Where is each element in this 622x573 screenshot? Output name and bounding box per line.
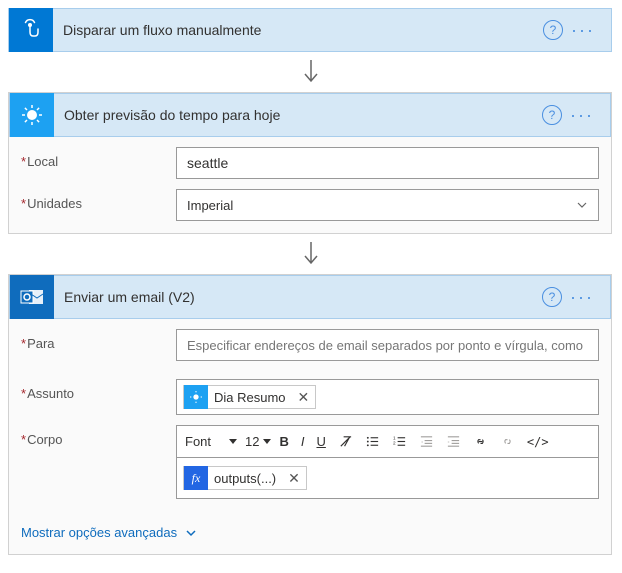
para-input[interactable] xyxy=(176,329,599,361)
unidades-value: Imperial xyxy=(187,198,233,213)
fx-label: outputs(...) xyxy=(208,471,282,486)
trigger-card: Disparar um fluxo manualmente ? ··· xyxy=(8,8,612,52)
rte-toolbar: Font 12 B I U 12 </> xyxy=(177,426,598,458)
unidades-select[interactable]: Imperial xyxy=(176,189,599,221)
unlink-button[interactable] xyxy=(494,426,521,458)
italic-button[interactable]: I xyxy=(295,426,311,458)
svg-text:2: 2 xyxy=(393,440,396,445)
field-para: *Para xyxy=(21,329,599,361)
show-advanced-link[interactable]: Mostrar opções avançadas xyxy=(9,511,209,554)
more-icon[interactable]: ··· xyxy=(564,105,600,126)
field-unidades: *Unidades Imperial xyxy=(21,189,599,221)
chevron-down-icon xyxy=(185,527,197,539)
arrow-connector xyxy=(8,58,614,86)
dynamic-token[interactable]: Dia Resumo ✕ xyxy=(183,385,316,409)
outlook-icon xyxy=(10,275,54,319)
field-corpo: *Corpo Font 12 B I U 12 xyxy=(21,425,599,499)
corpo-label: *Corpo xyxy=(21,425,176,447)
chevron-down-icon xyxy=(576,199,588,211)
assunto-label: *Assunto xyxy=(21,379,176,401)
email-header[interactable]: Enviar um email (V2) ? ··· xyxy=(9,275,611,319)
weather-card: Obter previsão do tempo para hoje ? ··· … xyxy=(8,92,612,234)
email-body: *Para *Assunto Dia Resumo ✕ xyxy=(9,319,611,511)
clear-format-button[interactable] xyxy=(332,426,359,458)
bold-button[interactable]: B xyxy=(273,426,294,458)
token-remove-icon[interactable]: ✕ xyxy=(282,470,306,487)
number-list-button[interactable]: 12 xyxy=(386,426,413,458)
weather-actions: ? ··· xyxy=(542,105,610,126)
font-family-select[interactable]: Font xyxy=(179,426,239,458)
code-view-button[interactable]: </> xyxy=(521,426,555,458)
caret-down-icon xyxy=(229,439,237,444)
help-icon[interactable]: ? xyxy=(542,105,562,125)
weather-header[interactable]: Obter previsão do tempo para hoje ? ··· xyxy=(9,93,611,137)
more-icon[interactable]: ··· xyxy=(564,287,600,308)
token-label: Dia Resumo xyxy=(208,390,292,405)
more-icon[interactable]: ··· xyxy=(565,20,601,41)
rte-content[interactable]: fx outputs(...) ✕ xyxy=(177,458,598,498)
trigger-title: Disparar um fluxo manualmente xyxy=(53,22,543,38)
weather-title: Obter previsão do tempo para hoje xyxy=(54,107,542,123)
link-button[interactable] xyxy=(467,426,494,458)
weather-body: *Local *Unidades Imperial xyxy=(9,137,611,233)
arrow-connector xyxy=(8,240,614,268)
trigger-header[interactable]: Disparar um fluxo manualmente ? ··· xyxy=(8,8,612,52)
outdent-button[interactable] xyxy=(413,426,440,458)
local-input[interactable] xyxy=(176,147,599,179)
field-local: *Local xyxy=(21,147,599,179)
email-title: Enviar um email (V2) xyxy=(54,289,542,305)
local-label: *Local xyxy=(21,147,176,169)
email-actions: ? ··· xyxy=(542,287,610,308)
field-assunto: *Assunto Dia Resumo ✕ xyxy=(21,379,599,415)
expression-token[interactable]: fx outputs(...) ✕ xyxy=(183,466,307,490)
weather-icon xyxy=(10,93,54,137)
indent-button[interactable] xyxy=(440,426,467,458)
weather-token-icon xyxy=(184,385,208,409)
fx-icon: fx xyxy=(184,466,208,490)
para-label: *Para xyxy=(21,329,176,351)
touch-icon xyxy=(9,8,53,52)
assunto-input[interactable]: Dia Resumo ✕ xyxy=(176,379,599,415)
underline-button[interactable]: U xyxy=(310,426,331,458)
email-card: Enviar um email (V2) ? ··· *Para *Assunt… xyxy=(8,274,612,555)
bullet-list-button[interactable] xyxy=(359,426,386,458)
trigger-actions: ? ··· xyxy=(543,20,611,41)
font-size-select[interactable]: 12 xyxy=(239,426,273,458)
token-remove-icon[interactable]: ✕ xyxy=(292,389,316,406)
rich-text-editor: Font 12 B I U 12 </> xyxy=(176,425,599,499)
unidades-label: *Unidades xyxy=(21,189,176,211)
help-icon[interactable]: ? xyxy=(542,287,562,307)
caret-down-icon xyxy=(263,439,271,444)
help-icon[interactable]: ? xyxy=(543,20,563,40)
